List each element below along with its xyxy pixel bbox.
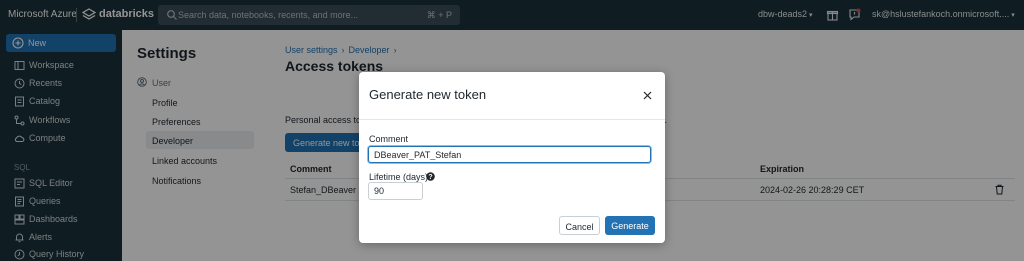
lifetime-label: Lifetime (days)	[369, 172, 429, 182]
svg-text:?: ?	[428, 174, 432, 181]
comment-label: Comment	[369, 134, 409, 144]
cancel-button[interactable]: Cancel	[559, 216, 600, 235]
lifetime-days-input[interactable]	[368, 182, 423, 200]
dialog-title: Generate new token	[369, 87, 487, 102]
help-icon[interactable]: ?	[426, 172, 435, 181]
generate-token-dialog: Generate new token Comment Lifetime (day…	[359, 72, 665, 243]
generate-button[interactable]: Generate	[605, 216, 655, 235]
close-icon[interactable]	[642, 90, 653, 101]
dialog-header-divider	[359, 119, 665, 120]
comment-input[interactable]	[368, 146, 651, 163]
generate-button-label: Generate	[611, 221, 649, 231]
cancel-button-label: Cancel	[565, 222, 594, 232]
